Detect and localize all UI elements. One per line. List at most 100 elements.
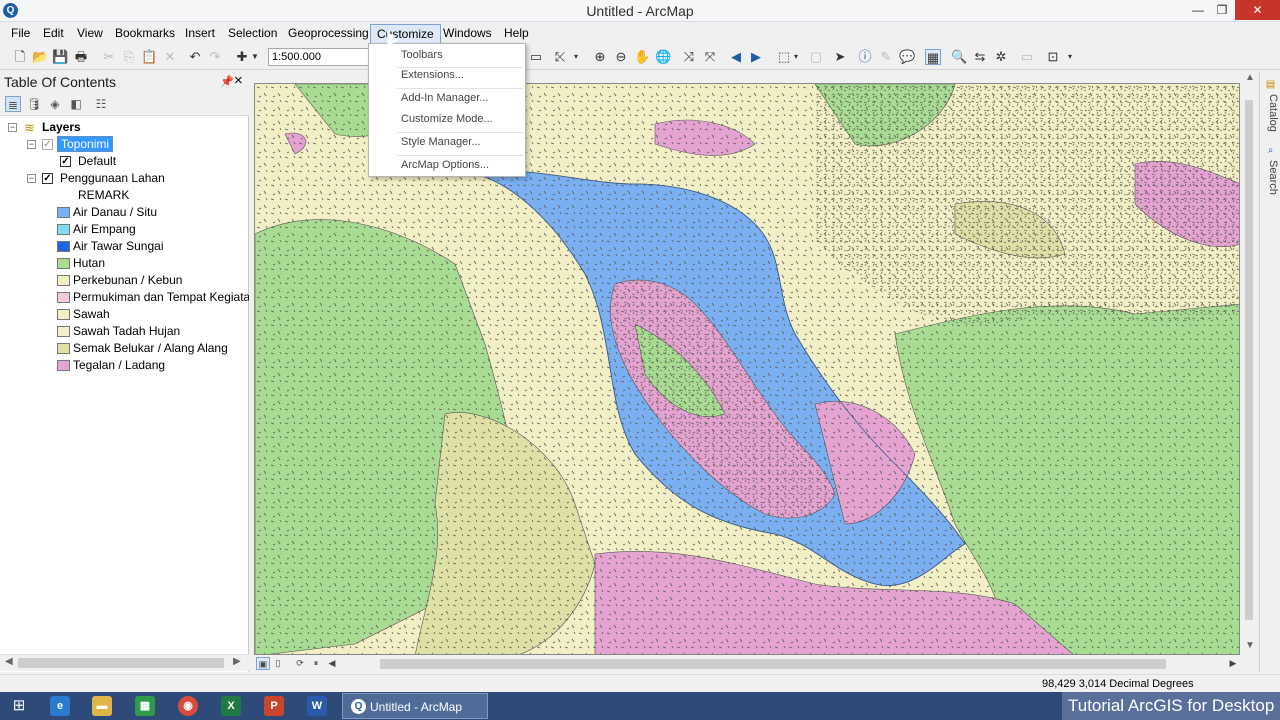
menu-item-arcmap-options[interactable]: ArcMap Options... bbox=[401, 159, 489, 171]
menu-geoprocessing[interactable]: Geoprocessing bbox=[288, 26, 369, 40]
map-scale-input[interactable]: 1:500.000 bbox=[268, 48, 372, 66]
menu-item-extensions[interactable]: Extensions... bbox=[401, 69, 464, 81]
open-icon[interactable]: 📂 bbox=[32, 49, 48, 65]
legend-class-row[interactable]: Sawah bbox=[0, 306, 249, 323]
print-icon[interactable]: 🖶 bbox=[73, 49, 89, 65]
add-data-icon[interactable]: ✚ bbox=[234, 49, 250, 65]
toolbar-options-icon[interactable]: ▾ bbox=[1066, 49, 1074, 65]
pin-icon[interactable]: 📌 bbox=[220, 75, 234, 88]
excel-icon[interactable]: X bbox=[221, 696, 241, 716]
toc-horizontal-scrollbar[interactable]: ◀ ▶ bbox=[0, 654, 249, 671]
data-view-icon[interactable]: ▣ bbox=[256, 657, 270, 670]
collapse-icon[interactable]: − bbox=[27, 174, 36, 183]
full-extent-icon[interactable]: 🌐 bbox=[655, 49, 671, 65]
new-document-icon[interactable]: 🗋 bbox=[12, 49, 28, 65]
legend-class-row[interactable]: Permukiman dan Tempat Kegiatan bbox=[0, 289, 249, 306]
menu-edit[interactable]: Edit bbox=[43, 26, 64, 40]
menu-item-toolbars[interactable]: Toolbars bbox=[401, 49, 443, 61]
powerpoint-icon[interactable]: P bbox=[264, 696, 284, 716]
fixed-zoom-in-icon[interactable]: ⤨ bbox=[681, 49, 697, 65]
tree-layers-root[interactable]: − ≋ Layers bbox=[0, 119, 249, 136]
html-popup-icon[interactable]: ✎ bbox=[878, 49, 894, 65]
go-to-xy-icon[interactable]: ✲ bbox=[993, 49, 1009, 65]
excel-taskbar-icon[interactable]: ▦ bbox=[135, 696, 155, 716]
tree-layer-toponimi[interactable]: − ✓ Toponimi bbox=[0, 136, 249, 153]
create-viewer-window-icon[interactable]: ⊡ bbox=[1045, 49, 1061, 65]
refresh-icon[interactable]: ⟳ bbox=[293, 657, 307, 670]
legend-class-row[interactable]: Tegalan / Ladang bbox=[0, 357, 249, 374]
go-forward-icon[interactable]: ▶ bbox=[748, 49, 764, 65]
redo-icon[interactable]: ↷ bbox=[207, 49, 223, 65]
cut-icon[interactable]: ✂ bbox=[101, 49, 117, 65]
menu-view[interactable]: View bbox=[77, 26, 103, 40]
layout-view-icon[interactable]: ▯ bbox=[271, 657, 285, 670]
legend-class-row[interactable]: Hutan bbox=[0, 255, 249, 272]
close-button[interactable]: ✕ bbox=[1235, 0, 1280, 20]
sublayer-visibility-checkbox[interactable]: ✓ bbox=[60, 156, 71, 167]
catalog-icon[interactable]: ▤ bbox=[1264, 78, 1277, 91]
internet-explorer-icon[interactable]: e bbox=[50, 696, 70, 716]
scroll-right-icon[interactable]: ▶ bbox=[233, 656, 241, 667]
menu-windows[interactable]: Windows bbox=[443, 26, 492, 40]
catalog-tab[interactable]: Catalog bbox=[1263, 94, 1279, 132]
menu-customize[interactable]: Customize bbox=[370, 24, 441, 44]
tree-sublayer-default[interactable]: ✓ Default bbox=[0, 153, 249, 170]
menu-item-customize-mode[interactable]: Customize Mode... bbox=[401, 113, 493, 125]
select-elements-icon[interactable]: ➤ bbox=[832, 49, 848, 65]
map-vertical-scrollbar[interactable]: ▲ ▼ bbox=[1241, 72, 1257, 656]
legend-class-row[interactable]: Air Danau / Situ bbox=[0, 204, 249, 221]
menu-bookmarks[interactable]: Bookmarks bbox=[115, 26, 175, 40]
legend-class-row[interactable]: Air Empang bbox=[0, 221, 249, 238]
scroll-left-icon[interactable]: ◀ bbox=[325, 657, 339, 670]
delete-icon[interactable]: ✕ bbox=[162, 49, 178, 65]
hyperlink-icon[interactable]: 💬 bbox=[899, 49, 915, 65]
toc-options-icon[interactable]: ☷ bbox=[93, 96, 109, 112]
editor-icon[interactable]: ⤪ bbox=[552, 49, 568, 65]
scroll-right-icon[interactable]: ▶ bbox=[1226, 657, 1240, 670]
scrollbar-thumb[interactable] bbox=[1245, 100, 1253, 620]
menu-item-addin-manager[interactable]: Add-In Manager... bbox=[401, 92, 488, 104]
zoom-out-icon[interactable]: ⊖ bbox=[613, 49, 629, 65]
scroll-down-icon[interactable]: ▼ bbox=[1245, 640, 1255, 651]
toc-close-icon[interactable]: × bbox=[234, 72, 243, 89]
layer-name-toponimi[interactable]: Toponimi bbox=[57, 136, 114, 152]
tree-layer-penggunaan-lahan[interactable]: − ✓ Penggunaan Lahan bbox=[0, 170, 249, 187]
editor-toolbar-icon[interactable]: ▭ bbox=[528, 49, 544, 65]
pan-icon[interactable]: ✋ bbox=[634, 49, 650, 65]
menu-selection[interactable]: Selection bbox=[228, 26, 277, 40]
add-data-dropdown-icon[interactable]: ▼ bbox=[250, 49, 260, 65]
chrome-icon[interactable]: ◉ bbox=[178, 696, 198, 716]
select-dropdown-icon[interactable]: ▾ bbox=[792, 49, 800, 65]
zoom-in-icon[interactable]: ⊕ bbox=[592, 49, 608, 65]
taskbar-arcmap-button[interactable]: Q Untitled - ArcMap bbox=[342, 693, 488, 719]
menu-item-style-manager[interactable]: Style Manager... bbox=[401, 136, 481, 148]
legend-class-row[interactable]: Sawah Tadah Hujan bbox=[0, 323, 249, 340]
legend-class-row[interactable]: Air Tawar Sungai bbox=[0, 238, 249, 255]
collapse-icon[interactable]: − bbox=[27, 140, 36, 149]
list-by-selection-icon[interactable]: ◧ bbox=[68, 96, 84, 112]
go-back-icon[interactable]: ◀ bbox=[728, 49, 744, 65]
file-explorer-icon[interactable]: ▬ bbox=[92, 696, 112, 716]
windows-start-icon[interactable]: ⊞ bbox=[10, 697, 28, 715]
fixed-zoom-out-icon[interactable]: ⤧ bbox=[702, 49, 718, 65]
list-by-source-icon[interactable]: 🛢 bbox=[26, 96, 42, 112]
search-tab[interactable]: Search bbox=[1263, 160, 1279, 195]
layer-visibility-checkbox[interactable]: ✓ bbox=[42, 139, 53, 150]
time-slider-icon[interactable]: ▭ bbox=[1019, 49, 1035, 65]
map-horizontal-scroll-thumb[interactable] bbox=[380, 659, 1166, 669]
maximize-button[interactable]: ❐ bbox=[1208, 0, 1236, 20]
undo-icon[interactable]: ↶ bbox=[187, 49, 203, 65]
legend-class-row[interactable]: Perkebunan / Kebun bbox=[0, 272, 249, 289]
menu-file[interactable]: File bbox=[11, 26, 30, 40]
pause-drawing-icon[interactable]: ⏸ bbox=[309, 657, 323, 670]
identify-icon[interactable]: ⓘ bbox=[857, 49, 873, 65]
scrollbar-thumb[interactable] bbox=[18, 658, 224, 668]
scroll-left-icon[interactable]: ◀ bbox=[5, 656, 13, 667]
copy-icon[interactable]: ⎘ bbox=[121, 49, 137, 65]
list-by-drawing-order-icon[interactable]: ≣ bbox=[5, 96, 21, 112]
select-features-icon[interactable]: ⬚ bbox=[776, 49, 792, 65]
search-icon[interactable]: ⌕ bbox=[1264, 144, 1277, 157]
find-icon[interactable]: 🔍 bbox=[951, 49, 967, 65]
collapse-icon[interactable]: − bbox=[8, 123, 17, 132]
measure-icon[interactable]: ▦ bbox=[925, 49, 941, 65]
